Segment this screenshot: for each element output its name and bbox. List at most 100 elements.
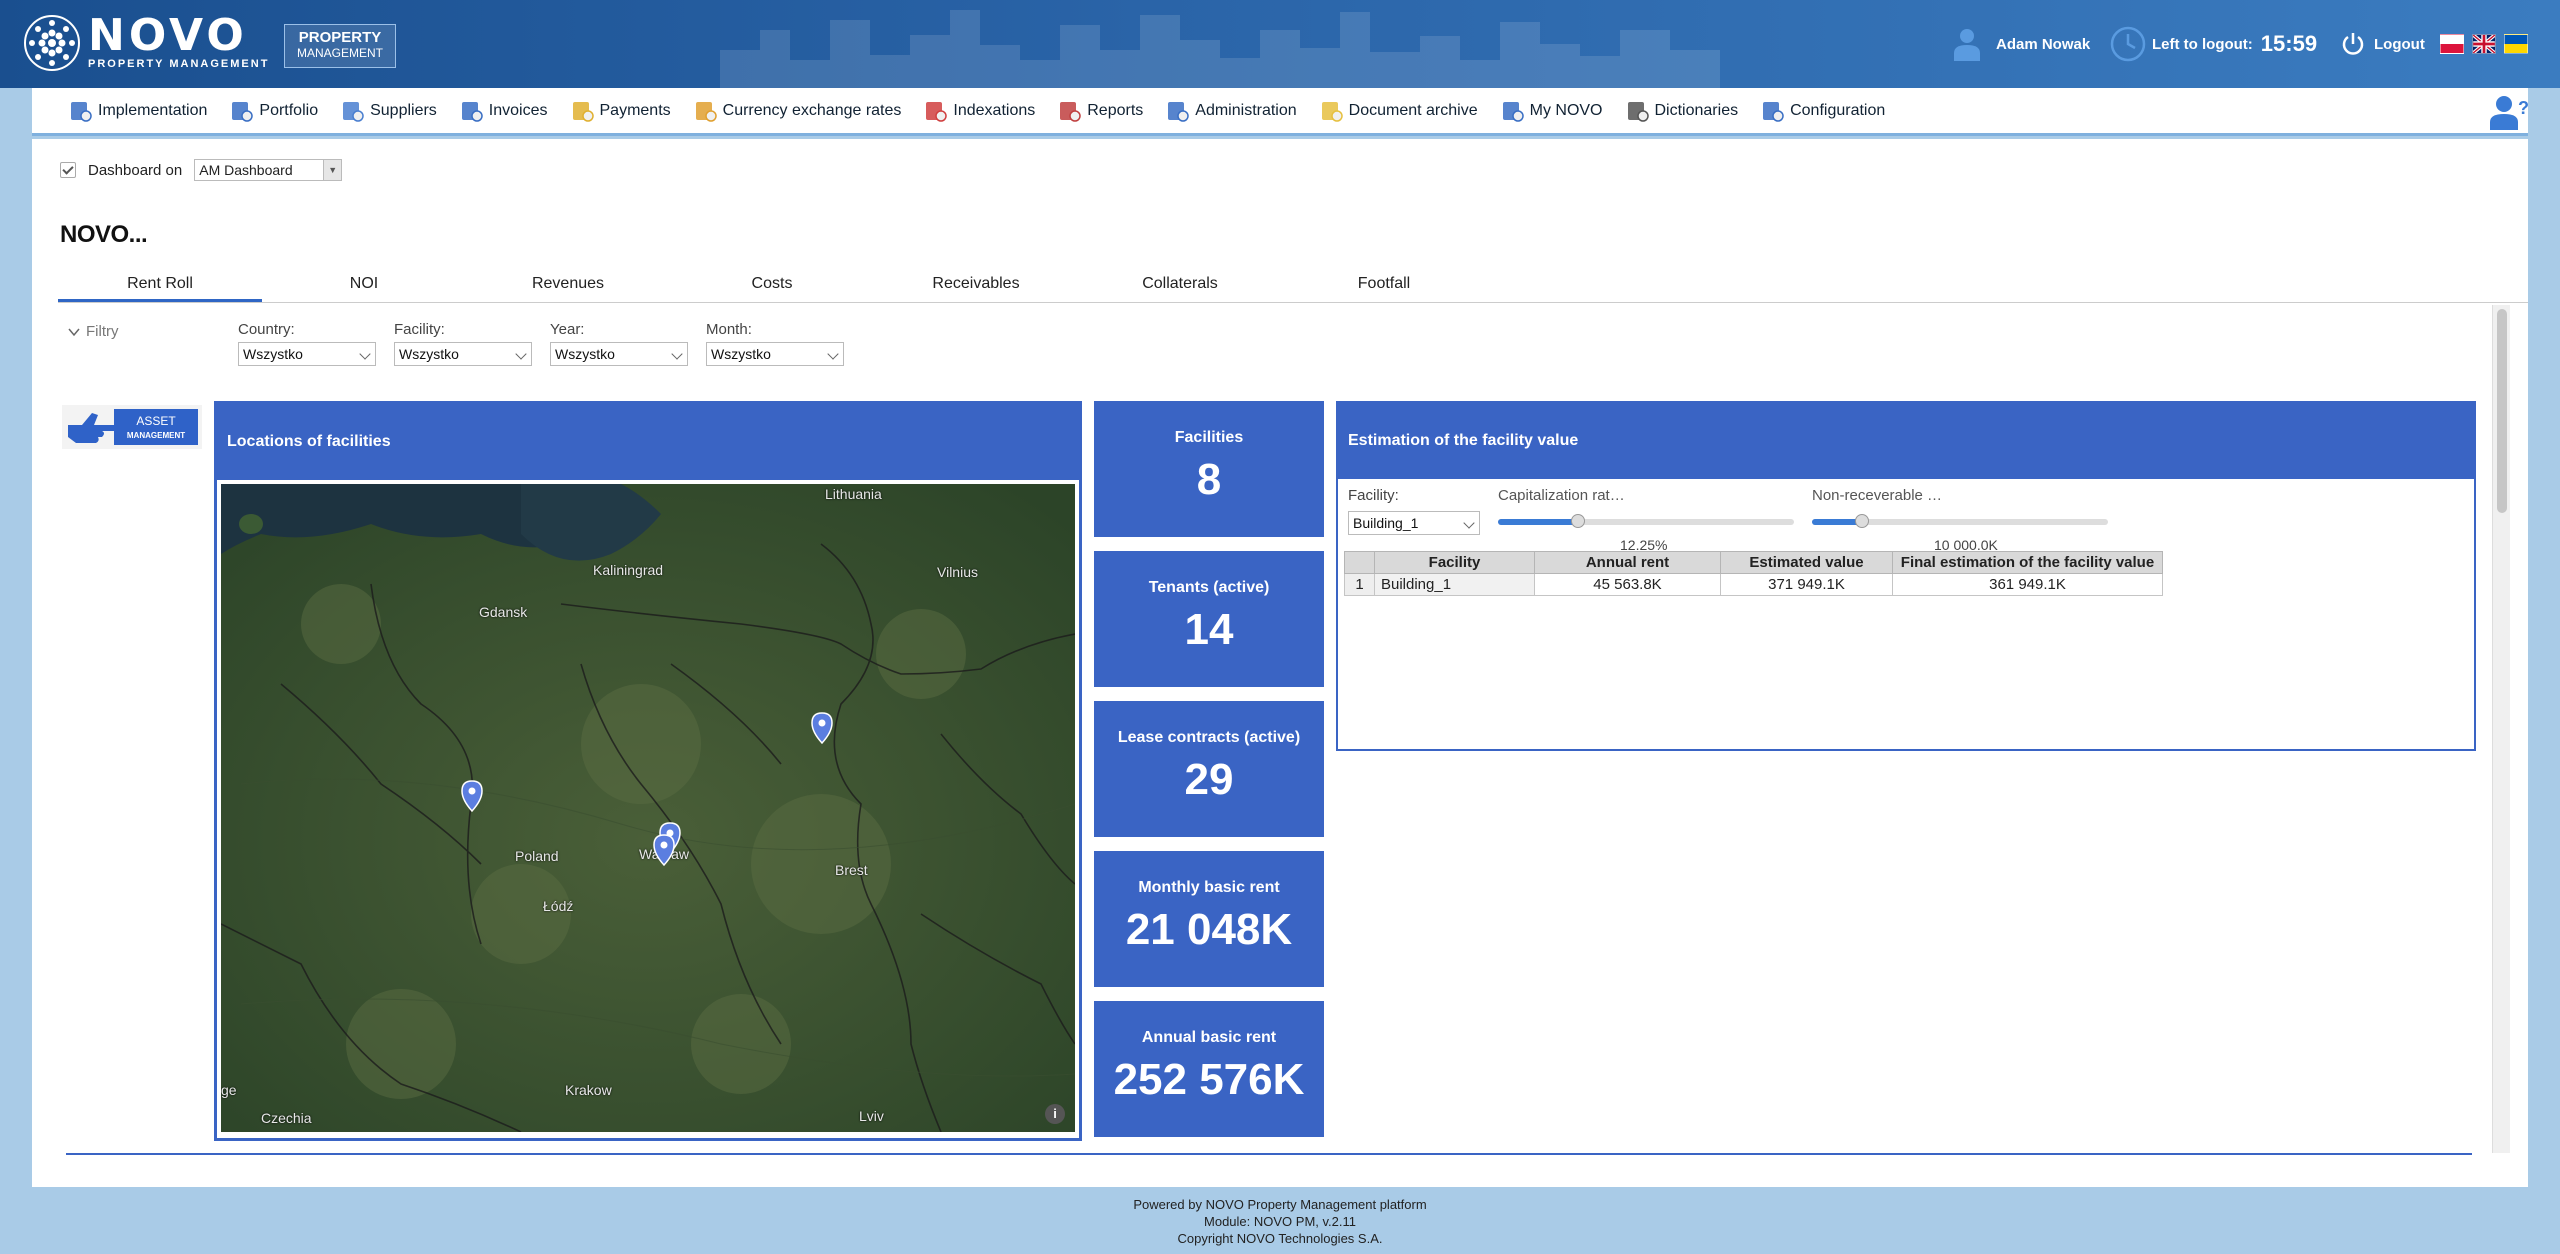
kpi-annual-rent: Annual basic rent 252 576K: [1094, 1001, 1324, 1137]
menu-item-label: My NOVO: [1529, 101, 1603, 119]
menu-item-payments[interactable]: Payments: [570, 99, 671, 123]
kpi-tenants-label: Tenants (active): [1148, 579, 1270, 596]
map-label-krakow: Krakow: [565, 1082, 612, 1098]
pl-flag-icon[interactable]: [2440, 34, 2464, 54]
cap-rate-slider[interactable]: [1498, 514, 1794, 528]
facility-select[interactable]: Wszystko: [394, 342, 532, 366]
buildings-icon: [232, 101, 254, 122]
tab-collaterals[interactable]: Collaterals: [1078, 267, 1282, 302]
scrollbar-thumb[interactable]: [2497, 309, 2507, 513]
dashboard-select[interactable]: AM Dashboard ▼: [194, 159, 343, 181]
main-menu: Implementation Portfolio Suppliers Invoices…: [32, 88, 2529, 136]
map-pin-icon[interactable]: [461, 780, 483, 812]
country-select[interactable]: Wszystko: [238, 342, 376, 366]
cell-facility: Building_1: [1374, 573, 1535, 596]
map-label-kaliningrad: Kaliningrad: [593, 562, 664, 578]
menu-item-label: Suppliers: [370, 101, 437, 119]
vertical-scrollbar[interactable]: [2492, 305, 2510, 1153]
menu-item-label: Dictionaries: [1654, 101, 1739, 119]
map-info-icon[interactable]: i: [1045, 1104, 1065, 1124]
menu-item-suppliers[interactable]: Suppliers: [340, 99, 437, 123]
map-label-czechia: Czechia: [261, 1110, 312, 1126]
user-profile[interactable]: Adam Nowak: [1952, 26, 2090, 62]
map-label-gdansk: Gdansk: [479, 604, 528, 620]
map-label-lodz: Łódź: [543, 898, 574, 914]
footer-powered-by: Powered by NOVO Property Management plat…: [1133, 1197, 1427, 1212]
tab-rent-roll[interactable]: Rent Roll: [58, 267, 262, 302]
uk-flag-icon[interactable]: [2472, 34, 2496, 54]
filters-toggle[interactable]: Filtry: [68, 323, 119, 340]
menu-item-reports[interactable]: Reports: [1057, 99, 1143, 123]
chevron-down-icon: [1463, 517, 1475, 529]
map-label-vilnius: Vilnius: [937, 564, 978, 580]
tab-revenues[interactable]: Revenues: [466, 267, 670, 302]
country-select-value: Wszystko: [243, 346, 303, 362]
tab-footfall[interactable]: Footfall: [1282, 267, 1486, 302]
menu-item-administration[interactable]: Administration: [1165, 99, 1297, 123]
menu-item-label: Configuration: [1790, 101, 1886, 119]
year-select[interactable]: Wszystko: [550, 342, 688, 366]
col-final-estimation[interactable]: Final estimation of the facility value: [1892, 551, 2163, 574]
year-select-value: Wszystko: [555, 346, 615, 362]
map-label-edge: ge: [221, 1082, 237, 1098]
nonrec-slider[interactable]: [1812, 514, 2108, 528]
tab-noi[interactable]: NOI: [262, 267, 466, 302]
chevron-down-icon: [827, 348, 839, 360]
menu-item-label: Payments: [599, 101, 671, 119]
month-filter-label: Month:: [706, 321, 752, 338]
col-annual-rent[interactable]: Annual rent: [1534, 551, 1721, 574]
map-pin-icon[interactable]: [653, 834, 675, 866]
menu-item-portfolio[interactable]: Portfolio: [229, 99, 318, 123]
logout-button[interactable]: Logout: [2340, 26, 2425, 62]
chevron-down-icon: [515, 348, 527, 360]
menu-item-my-novo[interactable]: My NOVO: [1500, 99, 1603, 123]
facilities-map[interactable]: Lithuania Kaliningrad Vilnius Gdansk Pol…: [221, 484, 1075, 1132]
estimation-card-title: Estimation of the facility value: [1338, 403, 2474, 479]
dashboard-on-checkbox[interactable]: [60, 162, 76, 178]
logout-timer-value: 15:59: [2260, 31, 2318, 56]
product-badge-line2: MANAGEMENT: [296, 46, 383, 60]
table-row[interactable]: 1 Building_1 45 563.8K 371 949.1K 361 94…: [1344, 573, 2163, 596]
menu-item-invoices[interactable]: Invoices: [459, 99, 548, 123]
novo-logo[interactable]: NOVO PROPERTY MANAGEMENT: [24, 14, 269, 72]
dashboard-panel: Dashboard on AM Dashboard ▼ NOVO... Rent…: [32, 139, 2528, 1187]
map-label-brest: Brest: [835, 862, 868, 878]
menu-item-currency-exchange-rates[interactable]: Currency exchange rates: [693, 99, 901, 123]
map-pin-icon[interactable]: [811, 712, 833, 744]
dashboard-on-label: Dashboard on: [88, 161, 183, 179]
menu-item-document-archive[interactable]: Document archive: [1319, 99, 1478, 123]
country-filter: Country: Wszystko: [238, 321, 376, 366]
col-facility[interactable]: Facility: [1374, 551, 1535, 574]
kpi-annual-rent-label: Annual basic rent: [1141, 1029, 1277, 1046]
month-select[interactable]: Wszystko: [706, 342, 844, 366]
kpi-annual-rent-value: 252 576K: [1113, 1055, 1305, 1104]
help-user-icon[interactable]: ?: [2488, 92, 2529, 132]
kpi-tenants: Tenants (active) 14: [1094, 551, 1324, 687]
chevron-down-icon: [68, 328, 80, 336]
country-filter-label: Country:: [238, 321, 295, 338]
tab-receivables[interactable]: Receivables: [874, 267, 1078, 302]
dashboard-tabs: Rent Roll NOI Revenues Costs Receivables…: [58, 267, 2528, 303]
year-filter-label: Year:: [550, 321, 585, 338]
uk-cross: [2473, 35, 2495, 53]
nonrec-slider-handle[interactable]: [1855, 514, 1870, 528]
menu-item-implementation[interactable]: Implementation: [68, 99, 207, 123]
cap-rate-slider-handle[interactable]: [1570, 514, 1585, 528]
kpi-facilities: Facilities 8: [1094, 401, 1324, 537]
row-number: 1: [1344, 573, 1375, 596]
row-number-header: [1344, 551, 1375, 574]
chevron-down-icon: [359, 348, 371, 360]
menu-item-indexations[interactable]: Indexations: [923, 99, 1035, 123]
estimation-facility-select[interactable]: Building_1: [1348, 511, 1480, 535]
filters-toggle-label: Filtry: [86, 323, 119, 340]
tab-costs[interactable]: Costs: [670, 267, 874, 302]
logo-subtitle: PROPERTY MANAGEMENT: [88, 58, 270, 70]
menu-item-dictionaries[interactable]: Dictionaries: [1625, 99, 1739, 123]
menu-item-configuration[interactable]: Configuration: [1760, 99, 1885, 123]
chevron-down-icon: [671, 348, 683, 360]
ua-flag-icon[interactable]: [2504, 34, 2528, 54]
logo-dots-icon: [24, 15, 80, 71]
dropdown-arrow-icon: ▼: [323, 160, 342, 180]
folder-icon: [1321, 101, 1343, 122]
col-estimated-value[interactable]: Estimated value: [1720, 551, 1893, 574]
